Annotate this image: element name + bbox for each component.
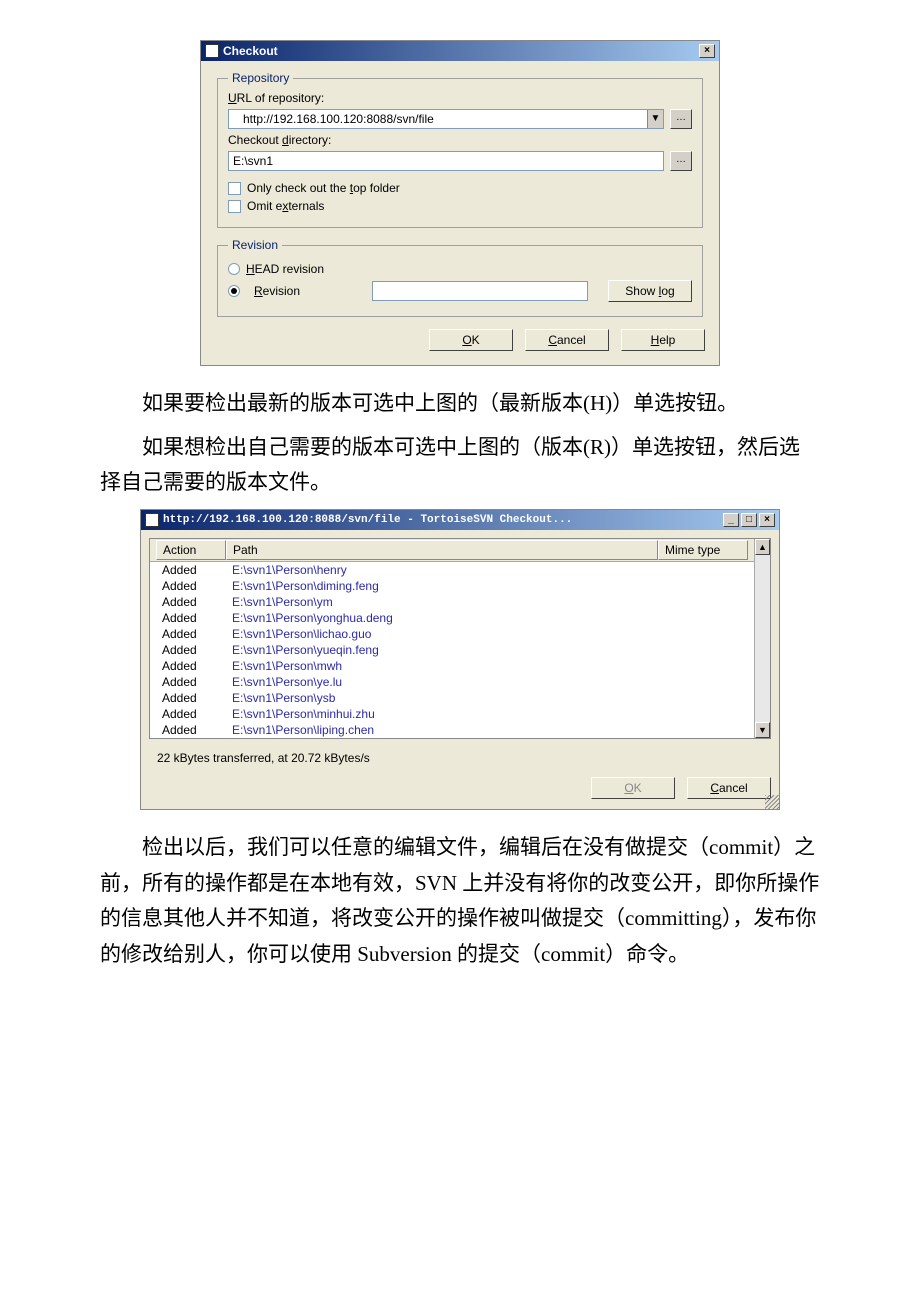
row-mime [658, 659, 748, 673]
repository-legend: Repository [228, 71, 293, 85]
row-path: E:\svn1\Person\lichao.guo [226, 627, 658, 641]
help-button[interactable]: Help [621, 329, 705, 351]
row-path: E:\svn1\Person\ysb [226, 691, 658, 705]
transfer-status: 22 kBytes transferred, at 20.72 kBytes/s [149, 739, 771, 765]
ok-button: OK [591, 777, 675, 799]
url-label: URL of repository: [228, 91, 692, 105]
head-revision-radio[interactable] [228, 263, 240, 275]
row-path: E:\svn1\Person\mwh [226, 659, 658, 673]
progress-title: http://192.168.100.120:8088/svn/file - T… [163, 514, 572, 526]
list-item[interactable]: AddedE:\svn1\Person\lichao.guo [150, 626, 754, 642]
row-action: Added [156, 627, 226, 641]
paragraph-1: 如果要检出最新的版本可选中上图的（最新版本(H)）单选按钮。 [100, 386, 820, 422]
row-action: Added [156, 675, 226, 689]
row-mime [658, 627, 748, 641]
row-action: Added [156, 595, 226, 609]
omit-externals-checkbox[interactable] [228, 200, 241, 213]
row-action: Added [156, 707, 226, 721]
row-mime [658, 691, 748, 705]
only-top-checkbox[interactable] [228, 182, 241, 195]
row-path: E:\svn1\Person\yonghua.deng [226, 611, 658, 625]
list-item[interactable]: AddedE:\svn1\Person\ysb [150, 690, 754, 706]
col-mime-header[interactable]: Mime type [658, 540, 748, 560]
paragraph-2: 如果想检出自己需要的版本可选中上图的（版本(R)）单选按钮，然后选择自己需要的版… [100, 430, 820, 501]
row-action: Added [156, 691, 226, 705]
repo-url-value: http://192.168.100.120:8088/svn/file [229, 110, 647, 128]
scroll-up-icon[interactable]: ▲ [755, 539, 770, 555]
row-path: E:\svn1\Person\henry [226, 563, 658, 577]
row-mime [658, 707, 748, 721]
row-mime [658, 595, 748, 609]
progress-dialog: http://192.168.100.120:8088/svn/file - T… [140, 509, 780, 810]
list-item[interactable]: AddedE:\svn1\Person\ye.lu [150, 674, 754, 690]
dialog-title: Checkout [223, 44, 278, 58]
checkout-dialog: Checkout × Repository URL of repository:… [200, 40, 720, 366]
repo-url-dropdown[interactable]: http://192.168.100.120:8088/svn/file ▼ [228, 109, 664, 129]
list-item[interactable]: AddedE:\svn1\Person\henry [150, 562, 754, 578]
col-action-header[interactable]: Action [156, 540, 226, 560]
row-action: Added [156, 659, 226, 673]
titlebar[interactable]: Checkout × [201, 41, 719, 61]
list-item[interactable]: AddedE:\svn1\Person\yueqin.feng [150, 642, 754, 658]
row-path: E:\svn1\Person\liping.chen [226, 723, 658, 737]
list-item[interactable]: AddedE:\svn1\Person\minhui.zhu [150, 706, 754, 722]
checkout-dir-input[interactable]: E:\svn1 [228, 151, 664, 171]
progress-titlebar[interactable]: http://192.168.100.120:8088/svn/file - T… [141, 510, 779, 530]
list-item[interactable]: AddedE:\svn1\Person\mwh [150, 658, 754, 674]
row-path: E:\svn1\Person\minhui.zhu [226, 707, 658, 721]
row-action: Added [156, 611, 226, 625]
row-path: E:\svn1\Person\diming.feng [226, 579, 658, 593]
browse-dir-button[interactable]: … [670, 151, 692, 171]
app-icon [205, 44, 219, 58]
maximize-icon[interactable]: □ [741, 513, 757, 527]
revision-radio[interactable] [228, 285, 240, 297]
head-revision-label: HEAD revision [246, 262, 324, 276]
list-item[interactable]: AddedE:\svn1\Person\diming.feng [150, 578, 754, 594]
list-header: Action Path Mime type [150, 539, 754, 562]
repository-group: Repository URL of repository: http://192… [217, 71, 703, 228]
chevron-down-icon[interactable]: ▼ [647, 110, 663, 128]
scroll-down-icon[interactable]: ▼ [755, 722, 770, 738]
cancel-button[interactable]: Cancel [525, 329, 609, 351]
revision-input[interactable] [372, 281, 588, 301]
minimize-icon[interactable]: _ [723, 513, 739, 527]
omit-externals-label: Omit externals [247, 199, 324, 213]
row-action: Added [156, 579, 226, 593]
revision-group: Revision HEAD revision Revision Show log [217, 238, 703, 317]
revision-legend: Revision [228, 238, 282, 252]
row-path: E:\svn1\Person\ym [226, 595, 658, 609]
row-action: Added [156, 723, 226, 737]
list-item[interactable]: AddedE:\svn1\Person\ym [150, 594, 754, 610]
cancel-button[interactable]: Cancel [687, 777, 771, 799]
revision-label: Revision [254, 284, 364, 298]
row-mime [658, 723, 748, 737]
row-mime [658, 563, 748, 577]
show-log-button[interactable]: Show log [608, 280, 692, 302]
row-action: Added [156, 643, 226, 657]
paragraph-3: 检出以后，我们可以任意的编辑文件，编辑后在没有做提交（commit）之前，所有的… [100, 830, 820, 973]
progress-list: Action Path Mime type AddedE:\svn1\Perso… [149, 538, 771, 739]
list-item[interactable]: AddedE:\svn1\Person\liping.chen [150, 722, 754, 738]
row-mime [658, 611, 748, 625]
dir-label: Checkout directory: [228, 133, 692, 147]
ok-button[interactable]: OK [429, 329, 513, 351]
browse-repo-button[interactable]: … [670, 109, 692, 129]
app-icon [145, 513, 159, 527]
col-path-header[interactable]: Path [226, 540, 658, 560]
row-path: E:\svn1\Person\yueqin.feng [226, 643, 658, 657]
list-item[interactable]: AddedE:\svn1\Person\yonghua.deng [150, 610, 754, 626]
only-top-label: Only check out the top folder [247, 181, 400, 195]
row-mime [658, 643, 748, 657]
close-icon[interactable]: × [759, 513, 775, 527]
row-action: Added [156, 563, 226, 577]
vertical-scrollbar[interactable]: ▲ ▼ [754, 539, 770, 738]
resize-grip-icon[interactable] [765, 795, 779, 809]
row-mime [658, 675, 748, 689]
close-icon[interactable]: × [699, 44, 715, 58]
row-mime [658, 579, 748, 593]
row-path: E:\svn1\Person\ye.lu [226, 675, 658, 689]
